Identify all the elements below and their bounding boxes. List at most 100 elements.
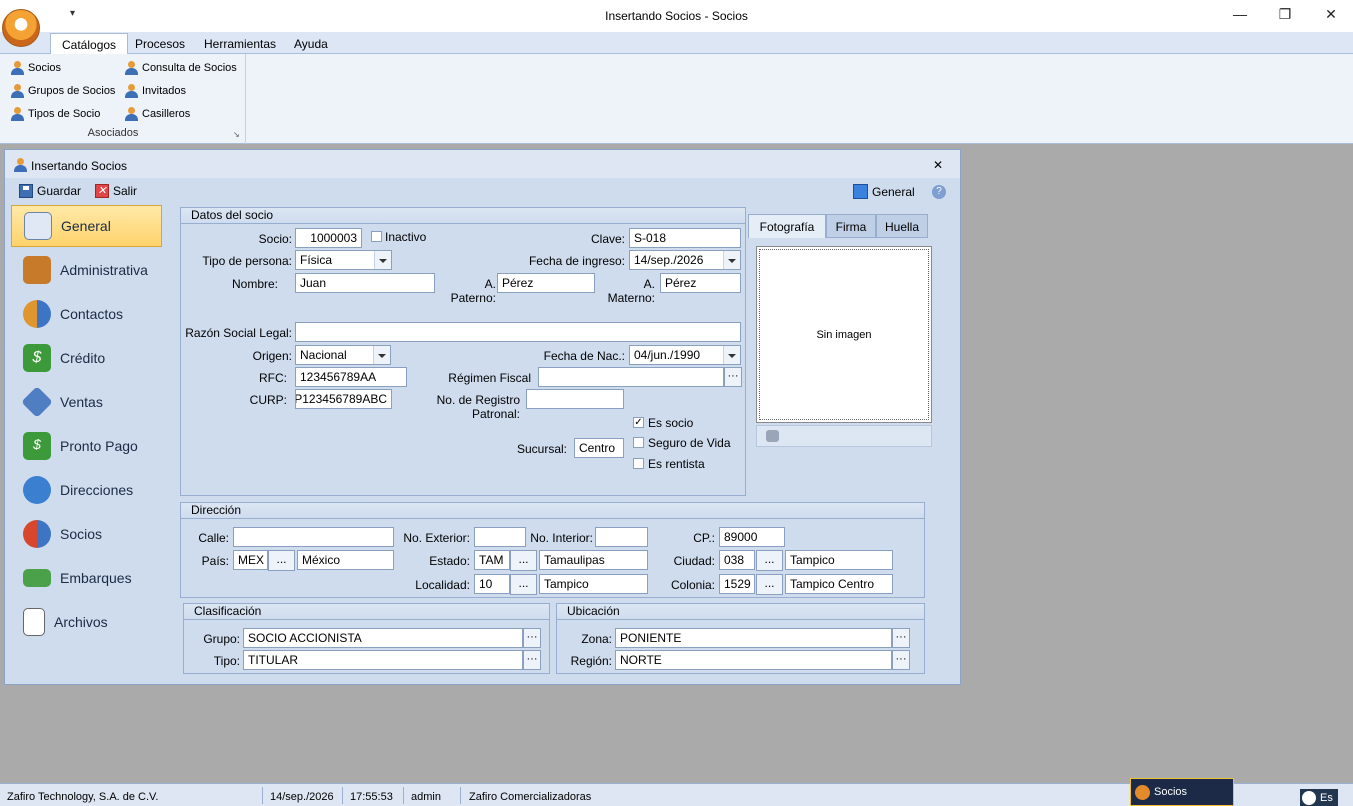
nombre-field[interactable]: Juan: [295, 273, 435, 293]
no-interior-field[interactable]: [595, 527, 648, 547]
registro-patronal-field[interactable]: [526, 389, 624, 409]
rfc-field[interactable]: 123456789AA: [295, 367, 407, 387]
app-menu-button[interactable]: [2, 9, 40, 47]
nav-embarques[interactable]: Embarques: [11, 557, 162, 599]
globe-pin-icon: [23, 476, 51, 504]
camera-icon[interactable]: [766, 430, 779, 442]
pais-lookup-button[interactable]: ...: [268, 550, 295, 571]
direccion-group: Dirección Calle: No. Exterior: No. Inter…: [180, 502, 925, 598]
tipo-lookup-button[interactable]: ···: [523, 650, 541, 670]
regimen-lookup-button[interactable]: ···: [724, 367, 742, 387]
nav-general[interactable]: General: [11, 205, 162, 247]
paterno-field[interactable]: Pérez: [497, 273, 595, 293]
ribbon-socios-button[interactable]: Socios: [10, 59, 61, 77]
origen-label: Origen:: [252, 349, 292, 363]
es-socio-checkbox[interactable]: ✓: [633, 417, 644, 428]
origen-select[interactable]: Nacional: [295, 345, 391, 365]
side-navigation: General Administrativa Contactos $ Crédit…: [11, 204, 163, 674]
group-launcher-icon[interactable]: ↘: [233, 130, 240, 139]
nav-credito[interactable]: $ Crédito: [11, 337, 162, 379]
regimen-field[interactable]: [538, 367, 724, 387]
estado-name-field[interactable]: Tamaulipas: [539, 550, 648, 570]
tab-fotografia[interactable]: Fotografía: [748, 214, 826, 238]
estado-lookup-button[interactable]: ...: [510, 550, 537, 571]
photo-frame[interactable]: Sin imagen: [756, 246, 932, 423]
ribbon-invitados-button[interactable]: Invitados: [124, 82, 186, 100]
curp-field[interactable]: PEP123456789ABC: [295, 389, 392, 409]
grupo-label: Grupo:: [203, 632, 240, 646]
close-button[interactable]: ✕: [1316, 6, 1346, 26]
tab-ayuda[interactable]: Ayuda: [283, 35, 339, 54]
grupo-lookup-button[interactable]: ···: [523, 628, 541, 648]
cp-field[interactable]: 89000: [719, 527, 785, 547]
colonia-lookup-button[interactable]: ...: [756, 574, 783, 595]
ciudad-lookup-button[interactable]: ...: [756, 550, 783, 571]
zona-lookup-button[interactable]: ···: [892, 628, 910, 648]
localidad-name-field[interactable]: Tampico: [539, 574, 648, 594]
members-icon: [23, 520, 51, 548]
region-lookup-button[interactable]: ···: [892, 650, 910, 670]
ciudad-code-field[interactable]: 038: [719, 550, 755, 570]
no-exterior-field[interactable]: [474, 527, 526, 547]
tab-firma[interactable]: Firma: [826, 214, 876, 238]
fecha-ingreso-value: 14/sep./2026: [634, 253, 704, 267]
razon-social-field[interactable]: [295, 322, 741, 342]
fecha-ingreso-picker[interactable]: 14/sep./2026: [629, 250, 741, 270]
tab-catalogos[interactable]: Catálogos: [50, 33, 129, 54]
ribbon-casilleros-button[interactable]: Casilleros: [124, 105, 190, 123]
binder-info-icon: [23, 256, 51, 284]
pais-name-field[interactable]: México: [297, 550, 394, 570]
colonia-code-field[interactable]: 1529: [719, 574, 755, 594]
nav-ventas[interactable]: Ventas: [11, 381, 162, 423]
tab-huella[interactable]: Huella: [876, 214, 928, 238]
calle-field[interactable]: [233, 527, 394, 547]
save-button[interactable]: Guardar: [19, 184, 81, 198]
localidad-lookup-button[interactable]: ...: [510, 574, 537, 595]
taskbar-socios-button[interactable]: Socios: [1130, 778, 1234, 806]
colonia-name-field[interactable]: Tampico Centro: [785, 574, 893, 594]
inactivo-label: Inactivo: [385, 230, 427, 244]
pais-code-field[interactable]: MEX: [233, 550, 268, 570]
nav-archivos[interactable]: Archivos: [11, 601, 162, 643]
seguro-vida-checkbox[interactable]: [633, 437, 644, 448]
help-icon[interactable]: ?: [932, 185, 946, 199]
nav-administrativa[interactable]: Administrativa: [11, 249, 162, 291]
inactivo-checkbox[interactable]: [371, 231, 382, 242]
grupo-field[interactable]: SOCIO ACCIONISTA: [243, 628, 523, 648]
exit-button[interactable]: ✕ Salir: [95, 184, 137, 198]
tab-procesos[interactable]: Procesos: [124, 35, 196, 54]
es-rentista-checkbox[interactable]: [633, 458, 644, 469]
clave-field[interactable]: S-018: [629, 228, 741, 248]
tipo-field[interactable]: TITULAR: [243, 650, 523, 670]
minimize-button[interactable]: —: [1225, 6, 1255, 26]
ribbon-item-label: Grupos de Socios: [28, 85, 116, 97]
estado-code-field[interactable]: TAM: [474, 550, 510, 570]
localidad-code-field[interactable]: 10: [474, 574, 510, 594]
materno-label: A. Materno:: [607, 277, 655, 305]
ribbon-item-label: Consulta de Socios: [142, 62, 237, 74]
maximize-button[interactable]: ❐: [1270, 6, 1300, 26]
dialog-close-icon[interactable]: ✕: [933, 158, 943, 172]
nav-label: Pronto Pago: [60, 438, 138, 454]
nav-contactos[interactable]: Contactos: [11, 293, 162, 335]
ribbon-consulta-button[interactable]: Consulta de Socios: [124, 59, 237, 77]
tipo-persona-select[interactable]: Física: [295, 250, 392, 270]
zona-field[interactable]: PONIENTE: [615, 628, 892, 648]
ribbon-tipos-button[interactable]: Tipos de Socio: [10, 105, 100, 123]
ciudad-name-field[interactable]: Tampico: [785, 550, 893, 570]
materno-field[interactable]: Pérez: [660, 273, 741, 293]
region-field[interactable]: NORTE: [615, 650, 892, 670]
status-separator: [460, 787, 461, 804]
photo-toolbar: [756, 425, 932, 447]
nav-socios[interactable]: Socios: [11, 513, 162, 555]
fecha-nac-picker[interactable]: 04/jun./1990: [629, 345, 741, 365]
nav-label: Crédito: [60, 350, 106, 366]
tipo-persona-value: Física: [300, 253, 333, 267]
tab-herramientas[interactable]: Herramientas: [193, 35, 287, 54]
nav-pronto-pago[interactable]: $ Pronto Pago: [11, 425, 162, 467]
nav-direcciones[interactable]: Direcciones: [11, 469, 162, 511]
sucursal-field[interactable]: Centro: [574, 438, 624, 458]
language-indicator[interactable]: Es: [1300, 789, 1338, 806]
socio-field[interactable]: 1000003: [295, 228, 362, 248]
ribbon-grupos-button[interactable]: Grupos de Socios: [10, 82, 115, 100]
